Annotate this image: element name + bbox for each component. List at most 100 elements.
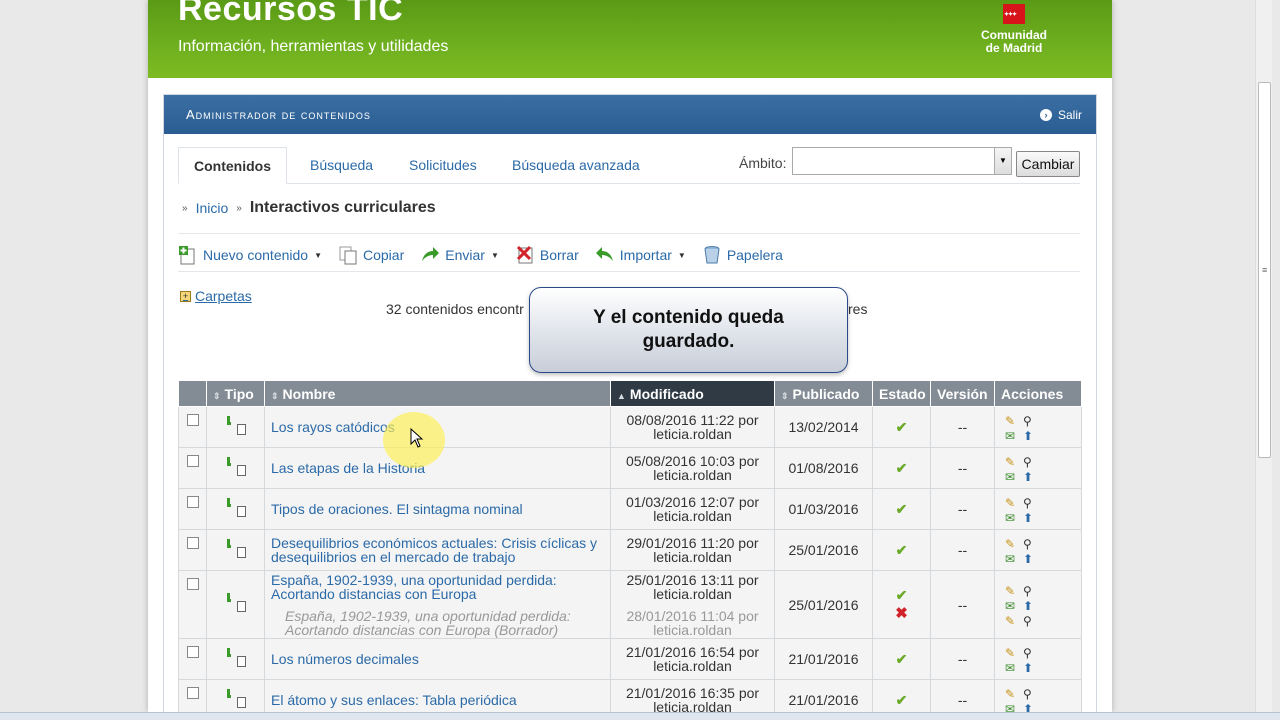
actions-cell: ✎ ⚲ ✉ ⬆ — [994, 529, 1082, 571]
chevron-down-icon: ▼ — [490, 250, 499, 260]
sort-ascending-icon: ▲ — [617, 390, 626, 401]
send-mail-icon[interactable]: ✉ — [1005, 470, 1021, 484]
breadcrumb: » Inicio » Interactivos curriculares — [182, 199, 436, 217]
published-column-header[interactable]: ⇕ Publicado — [774, 380, 873, 407]
table-row[interactable]: Los números decimales 21/01/2016 16:54 po… — [178, 638, 1082, 680]
preview-magnifier-icon[interactable]: ⚲ — [1023, 646, 1039, 660]
tab-solicitudes[interactable]: Solicitudes — [409, 147, 477, 184]
publish-upload-icon[interactable]: ⬆ — [1023, 552, 1039, 566]
name-column-header[interactable]: ⇕ Nombre — [264, 380, 611, 407]
tab-busqueda-avanzada[interactable]: Búsqueda avanzada — [512, 147, 640, 184]
modified-column-header[interactable]: ▲ Modificado — [610, 380, 775, 407]
edit-pencil-icon[interactable]: ✎ — [1005, 496, 1021, 510]
divider — [178, 271, 1080, 272]
delete-button[interactable]: Borrar — [515, 245, 579, 265]
preview-magnifier-icon[interactable]: ⚲ — [1023, 455, 1039, 469]
comunidad-madrid-logo[interactable]: Comunidad de Madrid — [974, 4, 1054, 55]
type-column-header[interactable]: ⇕ Tipo — [206, 380, 265, 407]
row-checkbox[interactable] — [186, 496, 199, 508]
exit-button[interactable]: › Salir — [1039, 107, 1082, 122]
edit-draft-pencil-icon[interactable]: ✎ — [1005, 614, 1021, 628]
row-checkbox[interactable] — [186, 414, 199, 426]
row-select-cell — [178, 488, 207, 530]
exit-label: Salir — [1057, 107, 1082, 122]
content-name-link[interactable]: El átomo y sus enlaces: Tabla periódica — [265, 693, 610, 707]
scrollbar-thumb[interactable]: ≡ — [1258, 82, 1271, 458]
edit-pencil-icon[interactable]: ✎ — [1005, 646, 1021, 660]
import-button[interactable]: Importar ▼ — [595, 245, 686, 265]
row-checkbox[interactable] — [186, 687, 199, 699]
panel-title: Administrador de contenidos — [186, 107, 371, 122]
send-mail-icon[interactable]: ✉ — [1005, 599, 1021, 613]
send-label: Enviar — [445, 247, 485, 263]
tab-busqueda[interactable]: Búsqueda — [310, 147, 373, 184]
breadcrumb-chevron-icon: » — [236, 202, 242, 214]
edit-pencil-icon[interactable]: ✎ — [1005, 687, 1021, 701]
new-content-label: Nuevo contenido — [203, 247, 309, 263]
select-column-header — [178, 380, 207, 407]
modified-date: 21/01/2016 16:54 por — [625, 644, 760, 660]
tab-contenidos[interactable]: Contenidos — [178, 147, 287, 184]
draft-name[interactable]: España, 1902-1939, una oportunidad perdi… — [265, 609, 610, 637]
send-mail-icon[interactable]: ✉ — [1005, 511, 1021, 525]
page-scrollbar[interactable]: ≡ — [1255, 0, 1272, 712]
row-checkbox[interactable] — [186, 646, 199, 658]
content-name-link[interactable]: Tipos de oraciones. El sintagma nominal — [265, 502, 610, 516]
breadcrumb-home-link[interactable]: Inicio — [196, 200, 229, 216]
copy-button[interactable]: Copiar — [338, 245, 404, 265]
preview-draft-magnifier-icon[interactable]: ⚲ — [1023, 614, 1039, 628]
published-check-icon: ✔ — [895, 459, 908, 476]
row-checkbox[interactable] — [186, 455, 199, 467]
send-mail-icon[interactable]: ✉ — [1005, 429, 1021, 443]
table-row[interactable]: España, 1902-1939, una oportunidad perdi… — [178, 570, 1082, 639]
trash-button[interactable]: Papelera — [702, 245, 783, 265]
row-select-cell — [178, 570, 207, 639]
preview-magnifier-icon[interactable]: ⚲ — [1023, 584, 1039, 598]
new-content-button[interactable]: Nuevo contenido ▼ — [178, 245, 322, 265]
edit-pencil-icon[interactable]: ✎ — [1005, 455, 1021, 469]
row-checkbox[interactable] — [186, 537, 199, 549]
chevron-down-icon: ▼ — [314, 250, 322, 260]
preview-magnifier-icon[interactable]: ⚲ — [1023, 496, 1039, 510]
table-row[interactable]: Las etapas de la Historia 05/08/2016 10:0… — [178, 447, 1082, 489]
interactive-content-icon — [225, 688, 247, 709]
publish-upload-icon[interactable]: ⬆ — [1023, 470, 1039, 484]
import-label: Importar — [619, 247, 672, 263]
change-scope-button[interactable]: Cambiar — [1016, 151, 1080, 177]
table-row[interactable]: Los rayos catódicos 08/08/2016 11:22 por l… — [178, 406, 1082, 448]
folders-toggle[interactable]: + Carpetas — [180, 288, 252, 304]
actions-cell: ✎ ⚲ ✉ ⬆ — [994, 447, 1082, 489]
publish-upload-icon[interactable]: ⬆ — [1023, 511, 1039, 525]
table-row[interactable]: Tipos de oraciones. El sintagma nominal 0… — [178, 488, 1082, 530]
publish-upload-icon[interactable]: ⬆ — [1023, 599, 1039, 613]
send-mail-icon[interactable]: ✉ — [1005, 661, 1021, 675]
send-button[interactable]: Enviar ▼ — [420, 245, 499, 265]
content-name-link[interactable]: Los números decimales — [265, 652, 610, 666]
tutorial-callout: Y el contenido queda guardado. — [529, 287, 848, 373]
state-cell: ✔ — [872, 406, 931, 448]
modified-user: leticia.roldan — [653, 549, 732, 565]
modified-user: leticia.roldan — [653, 467, 732, 483]
preview-magnifier-icon[interactable]: ⚲ — [1023, 414, 1039, 428]
content-name-link[interactable]: Las etapas de la Historia — [265, 461, 610, 475]
content-name-link[interactable]: Desequilibrios económicos actuales: Cris… — [265, 536, 610, 564]
table-row[interactable]: Desequilibrios económicos actuales: Cris… — [178, 529, 1082, 571]
preview-magnifier-icon[interactable]: ⚲ — [1023, 537, 1039, 551]
site-title: Recursos TIC — [178, 0, 404, 28]
edit-pencil-icon[interactable]: ✎ — [1005, 414, 1021, 428]
edit-pencil-icon[interactable]: ✎ — [1005, 537, 1021, 551]
actions-cell: ✎ ⚲ ✉ ⬆ — [994, 488, 1082, 530]
send-mail-icon[interactable]: ✉ — [1005, 552, 1021, 566]
modified-cell: 25/01/2016 13:11 por leticia.roldan 28/01/… — [610, 570, 775, 639]
divider — [178, 233, 1080, 234]
dropdown-arrow-icon[interactable]: ▼ — [994, 148, 1011, 174]
content-name-link[interactable]: España, 1902-1939, una oportunidad perdi… — [265, 573, 610, 601]
scope-select[interactable]: ▼ — [792, 147, 1012, 175]
edit-pencil-icon[interactable]: ✎ — [1005, 584, 1021, 598]
modified-cell: 08/08/2016 11:22 por leticia.roldan — [610, 406, 775, 448]
state-cell: ✔ — [872, 447, 931, 489]
preview-magnifier-icon[interactable]: ⚲ — [1023, 687, 1039, 701]
row-checkbox[interactable] — [186, 578, 199, 590]
publish-upload-icon[interactable]: ⬆ — [1023, 429, 1039, 443]
publish-upload-icon[interactable]: ⬆ — [1023, 661, 1039, 675]
